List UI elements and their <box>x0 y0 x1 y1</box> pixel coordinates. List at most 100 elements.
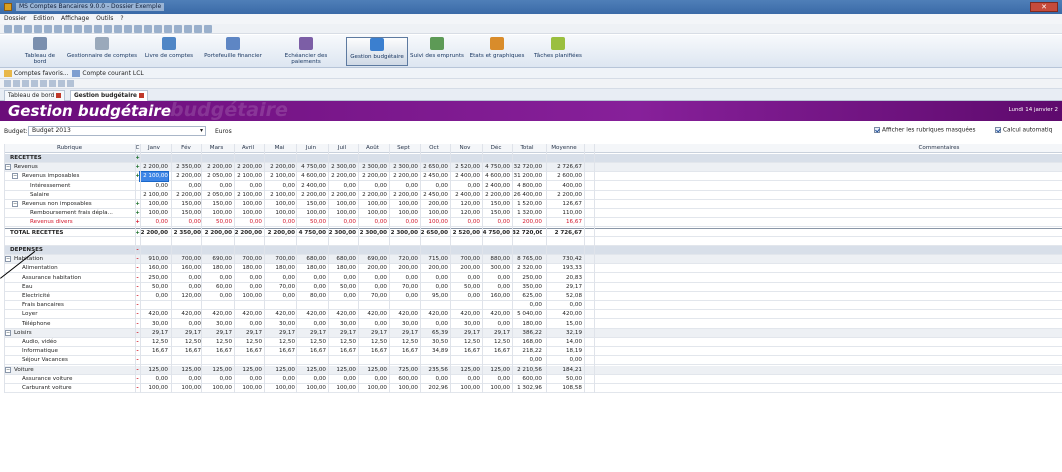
cell-avril[interactable] <box>234 301 262 310</box>
cell-aout[interactable]: 125,00 <box>358 366 387 375</box>
col-header-nov[interactable]: Nov <box>450 144 480 153</box>
cell-fev[interactable]: 420,00 <box>171 310 201 319</box>
cell-fev[interactable] <box>171 301 201 310</box>
col-header-janv[interactable]: Janv <box>140 144 168 153</box>
cell-juil[interactable]: 100,00 <box>328 200 356 209</box>
cell-dec[interactable]: 150,00 <box>482 200 510 209</box>
print-icon[interactable] <box>34 25 42 33</box>
cell-oct[interactable]: 100,00 <box>420 218 448 227</box>
account-icon[interactable] <box>94 25 102 33</box>
cell-juin[interactable]: 100,00 <box>296 384 326 393</box>
col-header-juil[interactable]: Juil <box>328 144 356 153</box>
cell-mai[interactable]: 2 100,00 <box>264 172 295 181</box>
cell-juil[interactable] <box>328 356 356 365</box>
cell-janv[interactable]: 30,00 <box>140 320 168 329</box>
cell-mai[interactable]: 0,00 <box>264 182 295 191</box>
budget-select[interactable]: Budget 2013 ▾ <box>28 126 206 136</box>
cell-juin[interactable]: 80,00 <box>296 292 326 301</box>
cell-oct[interactable]: 2 650,00 <box>420 163 448 172</box>
cell-oct[interactable]: 2 450,00 <box>420 191 448 200</box>
cell-juil[interactable]: 12,50 <box>328 338 356 347</box>
ribbon-taches-planifiees[interactable]: Tâches planifiées <box>530 37 586 66</box>
new-icon[interactable] <box>4 25 12 33</box>
cell-sept[interactable]: 720,00 <box>389 255 418 264</box>
tab-gestion-budgetaire[interactable]: Gestion budgétaire <box>70 90 148 101</box>
table-row[interactable]: Séjour Vacances -0,00 0,00 <box>4 356 1062 366</box>
table-row[interactable]: TOTAL RECETTES +2 200,00 2 350,00 2 200,00 2… <box>4 227 1062 237</box>
cell-avril[interactable]: 29,17 <box>234 329 262 338</box>
refresh-icon[interactable] <box>144 25 152 33</box>
cell-sept[interactable]: 16,67 <box>389 347 418 356</box>
cell-sept[interactable]: 2 200,00 <box>389 191 418 200</box>
cell-sept[interactable]: 2 200,00 <box>389 172 418 181</box>
cell-sept[interactable]: 100,00 <box>389 209 418 218</box>
chart-icon[interactable] <box>114 25 122 33</box>
cell-nov[interactable]: 100,00 <box>450 384 480 393</box>
calendar-icon[interactable] <box>124 25 132 33</box>
cell-dec[interactable]: 300,00 <box>482 264 510 273</box>
cell-nov[interactable]: 420,00 <box>450 310 480 319</box>
cell-nov[interactable]: 0,00 <box>450 375 480 384</box>
cell-juin[interactable]: 2 400,00 <box>296 182 326 191</box>
cell-oct[interactable]: 2 450,00 <box>420 172 448 181</box>
cell-fev[interactable]: 125,00 <box>171 366 201 375</box>
cell-oct[interactable]: 65,39 <box>420 329 448 338</box>
cell-janv[interactable]: 12,50 <box>140 338 168 347</box>
cell-fev[interactable]: 100,00 <box>171 384 201 393</box>
cell-mars[interactable]: 2 050,00 <box>201 191 232 200</box>
cell-mai[interactable] <box>264 301 295 310</box>
cell-mai[interactable] <box>264 356 295 365</box>
cell-janv[interactable]: 420,00 <box>140 310 168 319</box>
cell-mai[interactable]: 30,00 <box>264 320 295 329</box>
cell-juin[interactable]: 12,50 <box>296 338 326 347</box>
cell-mars[interactable]: 2 200,00 <box>201 163 232 172</box>
table-row[interactable] <box>4 237 1062 246</box>
cell-avril[interactable]: 16,67 <box>234 347 262 356</box>
cell-oct[interactable]: 30,50 <box>420 338 448 347</box>
col-header-juin[interactable]: Juin <box>296 144 326 153</box>
cell-dec[interactable]: 16,67 <box>482 347 510 356</box>
cell-sept[interactable]: 12,50 <box>389 338 418 347</box>
cell-sept[interactable]: 200,00 <box>389 264 418 273</box>
cell-dec[interactable]: 160,00 <box>482 292 510 301</box>
table-row[interactable]: − Revenus non imposables +100,00 150,00 150,… <box>4 200 1062 209</box>
cell-nov[interactable]: 16,67 <box>450 347 480 356</box>
cell-juil[interactable]: 680,00 <box>328 255 356 264</box>
calculator-icon[interactable] <box>134 25 142 33</box>
cell-aout[interactable]: 0,00 <box>358 375 387 384</box>
table-row[interactable]: Remboursement frais dépla... +100,00 150,0… <box>4 209 1062 219</box>
cell-juin[interactable]: 4 600,00 <box>296 172 326 181</box>
cell-mars[interactable]: 0,00 <box>201 274 232 283</box>
table-row[interactable]: − Habitation -910,00 700,00 690,00 700,00 700,… <box>4 255 1062 265</box>
cell-sept[interactable]: 600,00 <box>389 375 418 384</box>
cell-sept[interactable]: 2 300,00 <box>389 163 418 172</box>
cell-fev[interactable]: 16,67 <box>171 347 201 356</box>
cell-juin[interactable]: 2 200,00 <box>296 191 326 200</box>
collapse-icon[interactable]: − <box>5 366 11 373</box>
grid-icon[interactable] <box>184 25 192 33</box>
auto-calc-checkbox[interactable]: Calcul automatiq <box>995 127 1052 134</box>
cell-sept[interactable]: 29,17 <box>389 329 418 338</box>
cell-dec[interactable]: 0,00 <box>482 283 510 292</box>
cell-dec[interactable]: 0,00 <box>482 375 510 384</box>
table-row[interactable]: Assurance habitation -250,00 0,00 0,00 0,00 0… <box>4 274 1062 283</box>
collapse-icon[interactable]: − <box>12 201 18 207</box>
cell-dec[interactable] <box>482 301 510 310</box>
cell-fev[interactable]: 160,00 <box>171 264 201 273</box>
cell-janv[interactable]: 2 200,00 <box>140 163 168 172</box>
cell-aout[interactable]: 16,67 <box>358 347 387 356</box>
undo-icon[interactable] <box>74 25 82 33</box>
cell-aout[interactable]: 0,00 <box>358 320 387 329</box>
edit-icon[interactable] <box>13 80 20 87</box>
cell-fev[interactable]: 0,00 <box>171 320 201 329</box>
cell-sept[interactable]: 420,00 <box>389 310 418 319</box>
cell-juin[interactable]: 29,17 <box>296 329 326 338</box>
cell-mai[interactable]: 16,67 <box>264 347 295 356</box>
cell-juin[interactable]: 0,00 <box>296 320 326 329</box>
cell-mars[interactable]: 2 050,00 <box>201 172 232 181</box>
cell-nov[interactable]: 50,00 <box>450 283 480 292</box>
cell-aout[interactable]: 12,50 <box>358 338 387 347</box>
new-budget-icon[interactable] <box>4 80 11 87</box>
cell-oct[interactable]: 235,56 <box>420 366 448 375</box>
cell-fev[interactable]: 2 200,00 <box>171 172 201 181</box>
